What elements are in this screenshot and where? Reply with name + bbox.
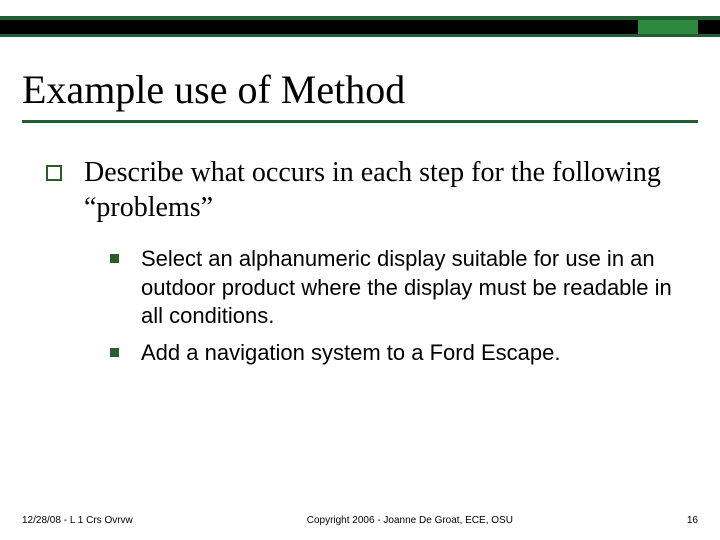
bullet-level-2: Add a navigation system to a Ford Escape… [110, 339, 680, 368]
footer-left: 12/28/08 - L 1 Crs Ovrvw [22, 515, 133, 526]
bullet-level-2-text: Add a navigation system to a Ford Escape… [141, 339, 560, 368]
footer-center: Copyright 2006 - Joanne De Groat, ECE, O… [133, 515, 687, 526]
square-solid-bullet-icon [110, 348, 119, 357]
bullet-level-2-text: Select an alphanumeric display suitable … [141, 245, 680, 331]
top-accent-green-block [638, 20, 698, 34]
title-underline [22, 120, 698, 123]
bullet-level-1-text: Describe what occurs in each step for th… [84, 155, 680, 225]
bullet-level-1: Describe what occurs in each step for th… [46, 155, 680, 225]
slide-footer: 12/28/08 - L 1 Crs Ovrvw Copyright 2006 … [22, 515, 698, 526]
top-accent-bottom [0, 34, 720, 37]
slide-body: Describe what occurs in each step for th… [46, 155, 680, 375]
square-open-bullet-icon [46, 165, 62, 181]
bullet-level-2: Select an alphanumeric display suitable … [110, 245, 680, 331]
bullet-level-2-group: Select an alphanumeric display suitable … [110, 245, 680, 367]
footer-page-number: 16 [687, 515, 698, 526]
title-bar-decoration [0, 16, 720, 37]
slide-title: Example use of Method [22, 66, 405, 113]
top-accent-thick [0, 20, 720, 34]
square-solid-bullet-icon [110, 254, 119, 263]
